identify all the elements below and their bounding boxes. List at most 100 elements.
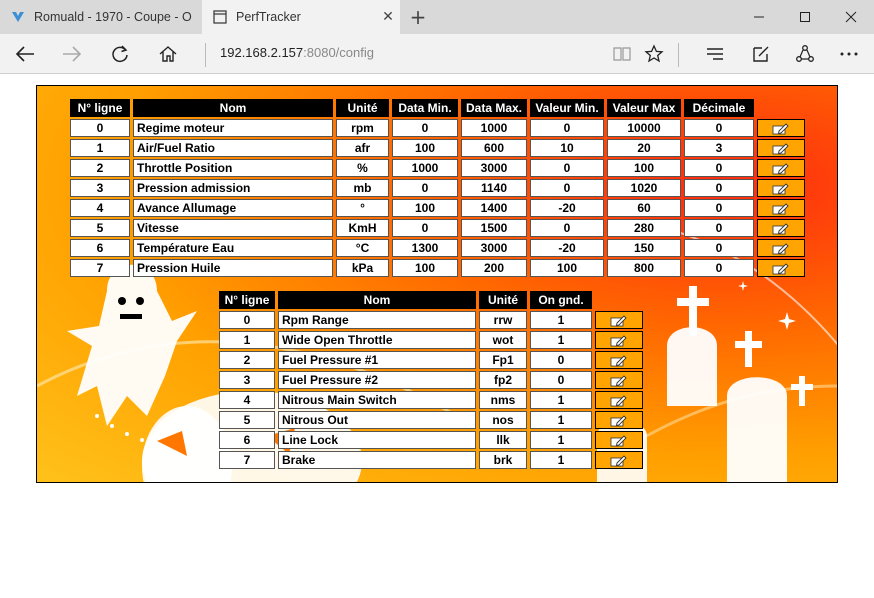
unit-cell: nms [479,391,527,409]
name-cell: Nitrous Main Switch [278,391,476,409]
data-min-cell: 1300 [392,239,458,257]
address-bar[interactable]: 192.168.2.157:8080/config [220,45,374,60]
unit-cell: °C [336,239,389,257]
tab-romuald[interactable]: Romuald - 1970 - Coupe - O [0,0,202,34]
name-cell: Line Lock [278,431,476,449]
edit-button[interactable] [595,311,643,329]
name-cell: Vitesse [133,219,333,237]
name-cell: Nitrous Out [278,411,476,429]
more-button[interactable] [833,38,865,70]
line-number-cell: 6 [219,431,275,449]
column-header: On gnd. [530,291,592,309]
value-max-cell: 1020 [607,179,681,197]
switch-row: 3 Fuel Pressure #2 fp2 0 [219,371,643,389]
navigation-bar: 192.168.2.157:8080/config [0,34,874,74]
value-min-cell: -20 [530,239,604,257]
back-button[interactable] [9,38,41,70]
reading-view-button[interactable] [606,38,638,70]
column-header: Data Min. [392,99,458,117]
value-max-cell: 10000 [607,119,681,137]
switch-row: 2 Fuel Pressure #1 Fp1 0 [219,351,643,369]
edit-icon [772,243,789,255]
edit-button[interactable] [757,219,805,237]
unit-cell: mb [336,179,389,197]
line-number-cell: 7 [70,259,130,277]
address-host: 192.168.2.157 [220,45,304,60]
edit-icon [772,203,789,215]
refresh-button[interactable] [104,38,136,70]
tab-perftracker[interactable]: PerfTracker ✕ [202,0,400,34]
page-content: N° ligne Nom Unité Data Min. Data Max. V… [0,75,874,598]
line-number-cell: 0 [70,119,130,137]
edit-icon [610,335,627,347]
switch-table: N° ligne Nom Unité On gnd. 0 Rpm Range rrw… [216,289,646,471]
blank-header [595,291,643,309]
web-note-button[interactable] [745,38,777,70]
edit-button[interactable] [595,371,643,389]
edit-button[interactable] [757,139,805,157]
share-button[interactable] [789,38,821,70]
edit-button[interactable] [757,159,805,177]
unit-cell: Fp1 [479,351,527,369]
line-number-cell: 0 [219,311,275,329]
line-number-cell: 2 [219,351,275,369]
edit-button[interactable] [595,391,643,409]
edit-button[interactable] [595,431,643,449]
maximize-button[interactable] [782,0,828,34]
data-max-cell: 1500 [461,219,527,237]
switch-row: 5 Nitrous Out nos 1 [219,411,643,429]
line-number-cell: 7 [219,451,275,469]
on-ground-cell: 1 [530,451,592,469]
edit-button[interactable] [757,199,805,217]
on-ground-cell: 0 [530,351,592,369]
name-cell: Wide Open Throttle [278,331,476,349]
decimal-cell: 3 [684,139,754,157]
data-max-cell: 3000 [461,159,527,177]
edit-button[interactable] [757,119,805,137]
pen-icon [753,46,769,62]
on-ground-cell: 1 [530,431,592,449]
value-max-cell: 150 [607,239,681,257]
page-icon [212,9,228,25]
edit-button[interactable] [757,259,805,277]
edit-button[interactable] [595,411,643,429]
column-header: Data Max. [461,99,527,117]
column-header: Valeur Min. [530,99,604,117]
blank-header [757,99,805,117]
data-min-cell: 100 [392,259,458,277]
edit-button[interactable] [757,239,805,257]
value-max-cell: 800 [607,259,681,277]
home-button[interactable] [152,38,184,70]
share-icon [796,45,814,62]
unit-cell: nos [479,411,527,429]
name-cell: Fuel Pressure #1 [278,351,476,369]
forward-button[interactable] [56,38,88,70]
config-table: N° ligne Nom Unité Data Min. Data Max. V… [67,97,808,279]
minimize-button[interactable] [736,0,782,34]
edit-button[interactable] [757,179,805,197]
favorite-button[interactable] [638,38,670,70]
config-row: 2 Throttle Position% 1000 3000 0 100 0 [70,159,805,177]
column-header: N° ligne [70,99,130,117]
hub-icon [707,48,723,60]
on-ground-cell: 1 [530,411,592,429]
data-min-cell: 100 [392,139,458,157]
on-ground-cell: 1 [530,391,592,409]
edit-icon [610,315,627,327]
separator [678,43,679,67]
tab-title: Romuald - 1970 - Coupe - O [34,10,192,24]
edit-button[interactable] [595,351,643,369]
edit-icon [772,223,789,235]
line-number-cell: 3 [70,179,130,197]
config-row: 0 Regime moteur rpm 0 1000 0 10000 0 [70,119,805,137]
value-max-cell: 20 [607,139,681,157]
config-row: 1 Air/Fuel Ratio afr 100 600 10 20 3 [70,139,805,157]
edit-button[interactable] [595,451,643,469]
on-ground-cell: 0 [530,371,592,389]
unit-cell: KmH [336,219,389,237]
close-window-button[interactable] [828,0,874,34]
edit-button[interactable] [595,331,643,349]
new-tab-button[interactable]: + [404,4,432,30]
close-tab-icon[interactable]: ✕ [376,9,400,25]
hub-button[interactable] [699,38,731,70]
